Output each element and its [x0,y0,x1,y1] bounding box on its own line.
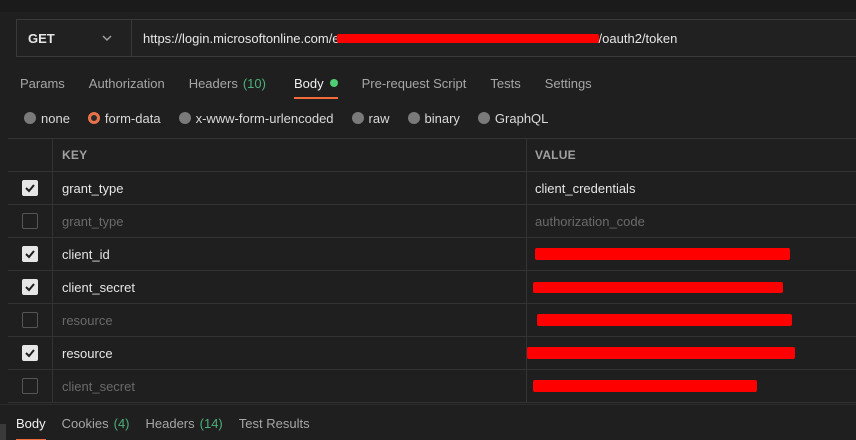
body-type-graphql[interactable]: GraphQL [477,111,548,126]
redaction-mark [533,281,783,293]
key-cell[interactable]: grant_type [53,205,527,237]
key-cell[interactable]: grant_type [53,172,527,204]
radio-selected-icon [87,112,100,124]
header-checkbox-cell [8,139,53,171]
chevron-down-icon [101,32,113,44]
body-type-selector: none form-data x-www-form-urlencoded raw… [24,108,566,128]
table-header-row: KEY VALUE [8,139,856,172]
body-type-form-data[interactable]: form-data [87,111,161,126]
method-label: GET [28,30,55,46]
key-cell[interactable]: resource [53,304,527,336]
tab-pre-request-script[interactable]: Pre-request Script [362,67,467,99]
postman-request-window: GET https://login.microsoftonline.com/e … [0,0,856,440]
key-cell[interactable]: client_id [53,238,527,270]
redaction-mark [533,380,757,392]
key-column-header: KEY [53,139,527,171]
radio-icon [407,112,420,124]
radio-icon [477,112,490,124]
checkbox-unchecked[interactable] [22,213,38,229]
url-prefix: https://login.microsoftonline.com/e [143,30,340,46]
checkbox-unchecked[interactable] [22,378,38,394]
radio-icon [24,112,36,124]
value-cell[interactable] [527,370,856,402]
tab-params[interactable]: Params [20,67,65,99]
cookies-count: (4) [113,415,130,431]
response-tab-test-results[interactable]: Test Results [239,405,310,440]
request-tabs: Params Authorization Headers (10) Body Pr… [0,66,592,100]
tab-headers[interactable]: Headers (10) [189,67,266,99]
value-cell[interactable] [527,271,856,303]
checkbox-checked[interactable] [22,180,38,196]
value-cell[interactable]: authorization_code [527,205,856,237]
key-cell[interactable]: resource [53,337,527,369]
response-tabs: Body Cookies (4) Headers (14) Test Results [0,404,856,440]
redaction-mark [527,347,795,359]
table-row: grant_type client_credentials [8,172,856,205]
response-tab-body[interactable]: Body [16,405,46,440]
value-cell[interactable] [527,238,856,270]
body-type-urlencoded[interactable]: x-www-form-urlencoded [178,111,334,126]
tab-authorization[interactable]: Authorization [89,67,165,99]
response-tab-cookies[interactable]: Cookies (4) [62,405,130,440]
check-icon [25,250,35,259]
redaction-mark [537,314,792,326]
table-row: client_secret [8,271,856,304]
key-cell[interactable]: client_secret [53,370,527,402]
checkbox-checked[interactable] [22,345,38,361]
check-icon [25,349,35,358]
value-column-header: VALUE [535,148,576,162]
table-row: resource [8,304,856,337]
body-status-dot-icon [329,79,338,87]
value-cell[interactable]: client_credentials [527,172,856,204]
value-cell[interactable] [527,304,856,336]
redaction-mark [336,33,599,43]
checkbox-checked[interactable] [22,246,38,262]
key-cell[interactable]: client_secret [53,271,527,303]
url-input[interactable]: https://login.microsoftonline.com/e /oau… [132,20,856,56]
body-type-raw[interactable]: raw [351,111,390,126]
left-edge-handle [0,424,6,440]
redaction-mark [535,248,790,260]
request-url-bar: GET https://login.microsoftonline.com/e … [16,19,856,57]
radio-icon [178,112,191,124]
response-headers-count: (14) [199,415,223,431]
form-data-table: KEY VALUE grant_type client_credentials … [8,138,856,403]
checkbox-unchecked[interactable] [22,312,38,328]
tab-tests[interactable]: Tests [490,67,520,99]
checkbox-checked[interactable] [22,279,38,295]
table-row: client_id [8,238,856,271]
url-suffix: /oauth2/token [598,30,678,46]
top-strip [0,0,856,12]
value-cell[interactable] [527,337,856,369]
check-icon [25,184,35,193]
headers-count: (10) [242,75,266,91]
table-row: client_secret [8,370,856,403]
body-type-none[interactable]: none [24,111,70,126]
response-tab-headers[interactable]: Headers (14) [146,405,223,440]
method-select[interactable]: GET [17,20,132,56]
body-type-binary[interactable]: binary [407,111,460,126]
table-row: grant_type authorization_code [8,205,856,238]
table-row: resource [8,337,856,370]
check-icon [25,283,35,292]
radio-icon [351,112,364,124]
tab-settings[interactable]: Settings [545,67,592,99]
tab-body[interactable]: Body [293,67,338,99]
